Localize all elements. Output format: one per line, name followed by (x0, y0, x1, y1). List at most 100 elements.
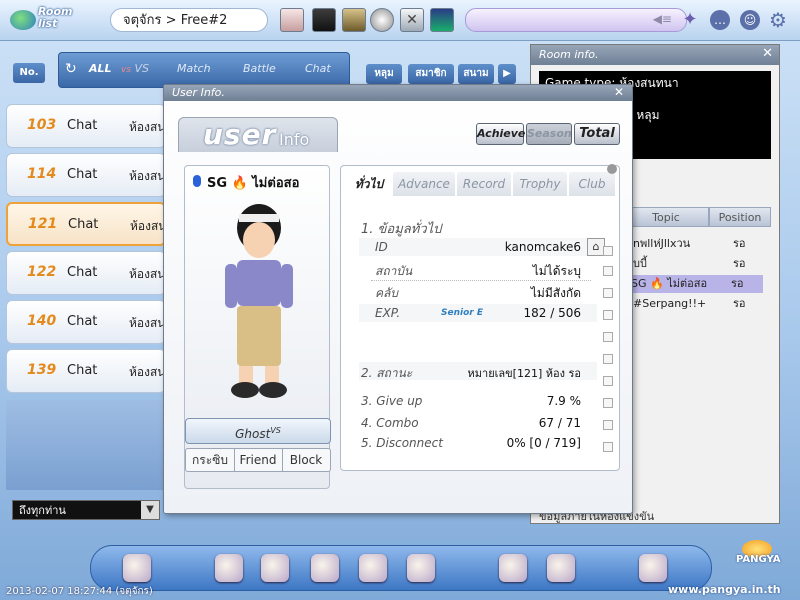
club-value: ไม่มีสังกัด (530, 286, 581, 300)
room-name: ห้องสน (130, 219, 166, 233)
room-row[interactable]: 139 Chat ห้องสน (6, 349, 166, 393)
tab-match[interactable]: Match (177, 53, 211, 87)
speech-icon[interactable]: … (710, 10, 730, 30)
room-type: Chat (67, 265, 98, 280)
top-bar: Room list จตุจักร > Free#2 ✕ ◀≡ ✦ … ☺ ⚙ (0, 0, 800, 41)
gift-icon[interactable] (261, 554, 289, 582)
chat-input[interactable]: ◀≡ (465, 8, 687, 32)
section-general-title: 1. ข้อมูลทั่วไป (361, 222, 442, 237)
combo-label: 4. Combo (361, 416, 419, 430)
room-list-logo[interactable]: Room list (8, 4, 80, 36)
tab-battle[interactable]: Battle (243, 53, 276, 87)
chevron-down-icon[interactable]: ▼ (141, 501, 159, 519)
player-status: รอ (731, 277, 744, 290)
tab-advance[interactable]: Advance (393, 172, 455, 196)
item-icon[interactable] (342, 8, 366, 32)
season-button[interactable]: Season (526, 123, 572, 145)
tab-chat[interactable]: Chat (305, 53, 331, 87)
stats-panel: ทั่วไป Advance Record Trophy Club 1. ข้อ… (340, 164, 620, 471)
scroll-marker (603, 246, 613, 256)
tab-general[interactable]: ทั่วไป (347, 172, 391, 196)
id-label: ID (375, 240, 388, 254)
whisper-target-select[interactable]: ถึงทุกท่าน ▼ (12, 500, 160, 520)
room-type: Chat (67, 363, 98, 378)
scroll-thumb[interactable] (607, 164, 617, 174)
sparkle-icon[interactable]: ✦ (680, 10, 700, 30)
sort-hole-button[interactable]: หลุม (366, 64, 402, 84)
room-number: 140 (27, 313, 57, 329)
room-row[interactable]: 103 Chat ห้องสน (6, 104, 166, 148)
room-row[interactable]: 122 Chat ห้องสน (6, 251, 166, 295)
course-icon[interactable] (430, 8, 454, 32)
exp-value: 182 / 506 (523, 306, 581, 320)
tab-all[interactable]: ALL (89, 53, 112, 87)
refresh-icon[interactable]: ↻ (65, 53, 77, 87)
next-page-button[interactable]: ▶ (498, 64, 516, 84)
player-status: รอ (733, 257, 746, 270)
scroll-marker (603, 420, 613, 430)
scroll-marker (603, 354, 613, 364)
whisper-target-value: ถึงทุกท่าน (19, 504, 66, 517)
sort-member-button[interactable]: สมาชิก (408, 64, 454, 84)
room-name: ห้องสน (129, 267, 165, 281)
tools-icon[interactable] (407, 554, 435, 582)
room-name: ห้องสน (129, 169, 165, 183)
giveup-value: 7.9 % (546, 394, 581, 408)
face-icon[interactable]: ☺ (740, 10, 760, 30)
player-row-selected[interactable]: SG 🔥 ไม่ต่อสอ รอ (631, 275, 763, 293)
exp-label: EXP. (375, 306, 401, 320)
scroll-marker (603, 332, 613, 342)
clock: 2013-02-07 18:27:44 (จตุจักร) (6, 586, 153, 597)
sort-number-button[interactable]: No. (13, 63, 45, 83)
ghost-vs-button[interactable]: GhostVS (185, 418, 331, 444)
room-type: Chat (67, 118, 98, 133)
ball-icon[interactable] (370, 8, 394, 32)
room-type: Chat (67, 167, 98, 182)
scroll-marker (603, 310, 613, 320)
player-name: ิับบี้ (633, 257, 647, 270)
close-icon[interactable]: ✕ (400, 8, 424, 32)
drop-icon (193, 175, 201, 187)
disconnect-label: 5. Disconnect (361, 436, 443, 450)
room-row-selected[interactable]: 121 Chat ห้องสน (6, 202, 166, 246)
whisper-button[interactable]: กระซิบ (186, 449, 235, 471)
player-status: รอ (733, 237, 746, 250)
logo-user-text: user (203, 118, 277, 151)
divider (371, 280, 591, 281)
chat-log-area (6, 400, 166, 490)
total-button[interactable]: Total (574, 123, 620, 145)
room-info-title: Room info. (531, 45, 779, 65)
avatar-icon[interactable] (280, 8, 304, 32)
mail-icon[interactable] (215, 554, 243, 582)
tab-club[interactable]: Club (569, 172, 615, 196)
room-filter-tabs: ↻ ALL vs VS Match Battle Chat (58, 52, 350, 88)
sort-course-button[interactable]: สนาม (458, 64, 494, 84)
room-row[interactable]: 140 Chat ห้องสน (6, 300, 166, 344)
col-topic[interactable]: Topic (623, 207, 709, 227)
trophy-icon[interactable] (311, 554, 339, 582)
bag-icon[interactable] (547, 554, 575, 582)
room-list-label: Room list (38, 5, 73, 30)
scroll-marker (603, 266, 613, 276)
exit-icon[interactable] (499, 554, 527, 582)
settings-icon[interactable] (639, 554, 667, 582)
close-icon[interactable]: ✕ (762, 46, 773, 61)
block-button[interactable]: Block (282, 449, 330, 471)
tab-record[interactable]: Record (457, 172, 511, 196)
house-icon[interactable] (359, 554, 387, 582)
character-panel: SG 🔥 ไม่ต่อสอ GhostVS กระซิบ Friend Bloc… (184, 165, 331, 489)
friend-button[interactable]: Friend (234, 449, 283, 471)
achieve-button[interactable]: Achieve. (476, 123, 530, 145)
player-name-label: SG 🔥 ไม่ต่อสอ (193, 172, 299, 193)
room-row[interactable]: 114 Chat ห้องสน (6, 153, 166, 197)
tab-trophy[interactable]: Trophy (513, 172, 567, 196)
shirt-icon[interactable] (312, 8, 336, 32)
col-position[interactable]: Position (709, 207, 771, 227)
room-number: 121 (28, 216, 58, 232)
shop-icon[interactable] (123, 554, 151, 582)
gear-icon[interactable]: ⚙ (768, 10, 788, 30)
tab-vs[interactable]: vs VS (121, 53, 149, 87)
close-icon[interactable]: ✕ (614, 85, 624, 99)
room-type: Chat (68, 217, 99, 232)
channel-breadcrumb: จตุจักร > Free#2 (110, 8, 268, 32)
